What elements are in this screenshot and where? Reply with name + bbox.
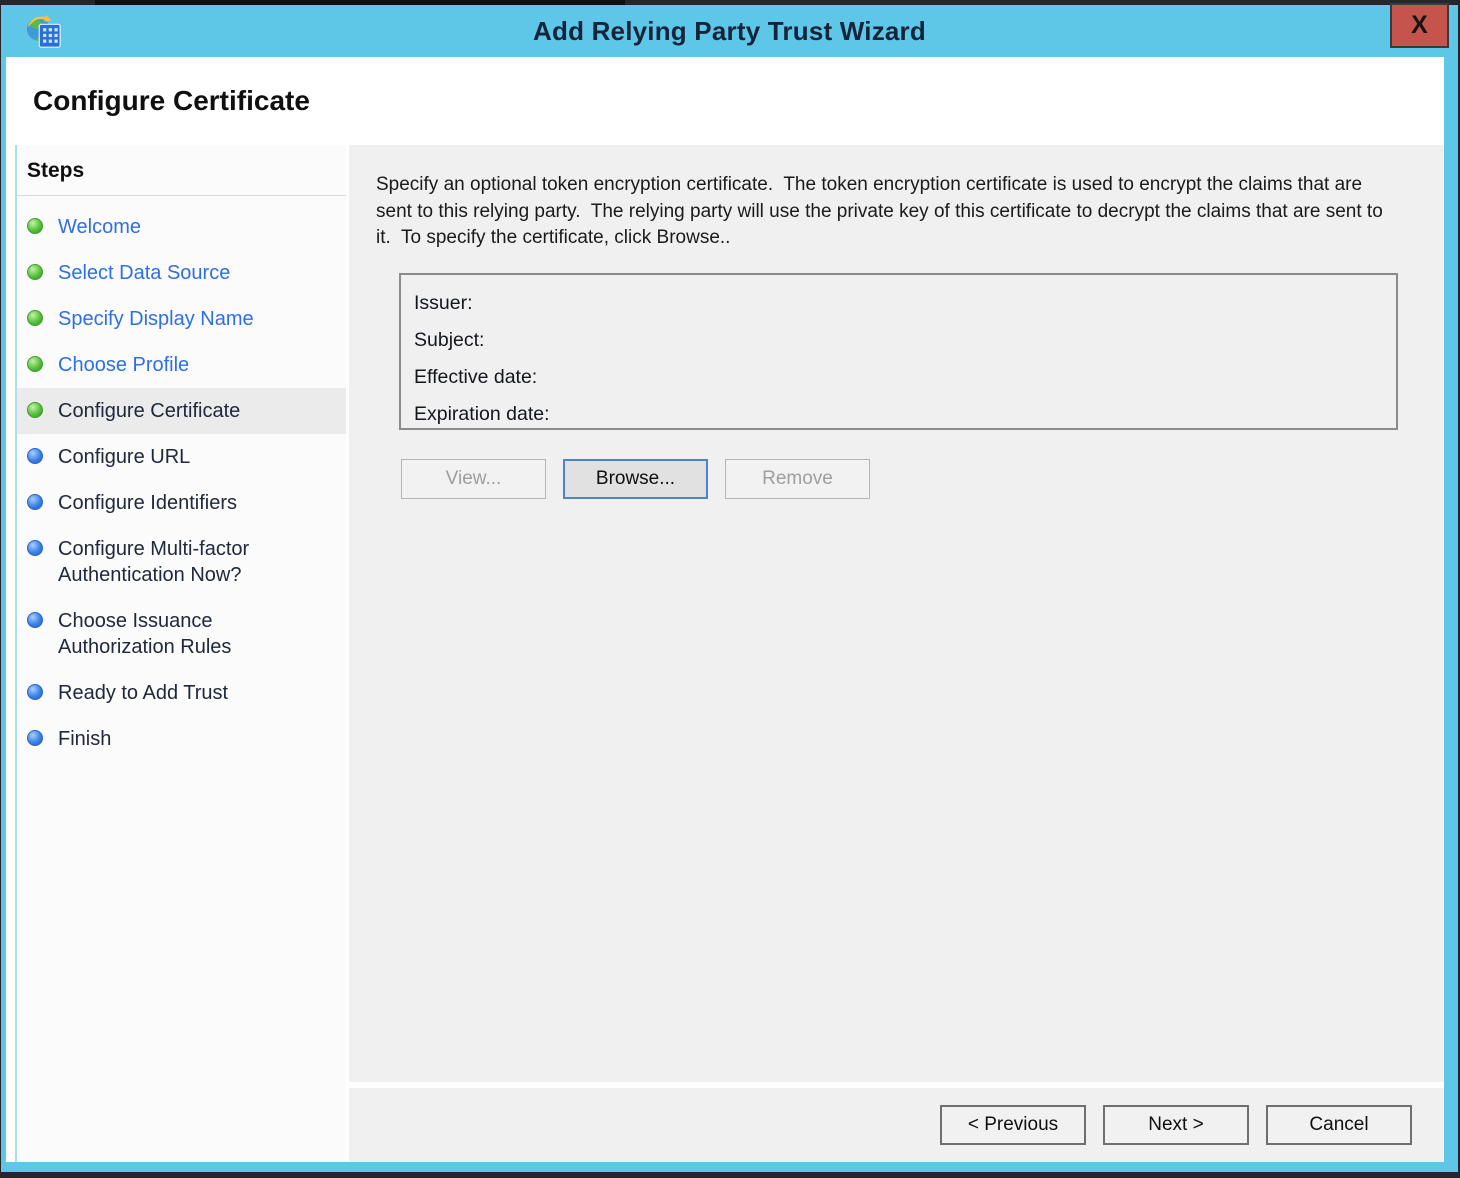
blue-dot-icon [27, 612, 43, 628]
step-item-configure-url: Configure URL [17, 434, 346, 480]
cert-field-subject: Subject: [414, 322, 1396, 359]
browse-button[interactable]: Browse... [563, 458, 708, 499]
cert-field-label: Issuer: [414, 291, 473, 314]
dialog-surface: Configure Certificate Steps Welcome Sele… [6, 57, 1444, 1162]
certificate-details-panel: Issuer: Subject: Effective date: Expirat… [399, 272, 1398, 433]
cert-field-label: Subject: [414, 328, 485, 351]
green-dot-icon [27, 264, 43, 280]
blue-dot-icon [27, 730, 43, 746]
step-label[interactable]: Specify Display Name [58, 306, 254, 332]
certificate-actions: View... Browse... Remove [401, 458, 1444, 499]
step-description: Specify an optional token encryption cer… [376, 174, 1389, 248]
screen: Add Relying Party Trust Wizard X Configu… [0, 0, 1460, 1178]
cert-field-label: Effective date: [414, 365, 538, 388]
blue-dot-icon [27, 448, 43, 464]
step-label: Configure Multi-factor Authentication No… [58, 538, 250, 586]
step-item-finish: Finish [17, 716, 346, 762]
green-dot-icon [27, 356, 43, 372]
wizard-footer: < Previous Next > Cancel [349, 1088, 1444, 1162]
wizard-window: Add Relying Party Trust Wizard X Configu… [1, 3, 1458, 1172]
step-label: Configure Certificate [58, 400, 241, 422]
step-label: Choose Issuance Authorization Rules [58, 610, 232, 658]
next-button[interactable]: Next > [1103, 1105, 1249, 1145]
content-pane: Specify an optional token encryption cer… [349, 145, 1444, 1082]
cert-field-effective-date: Effective date: [414, 359, 1396, 396]
close-x-icon: X [1411, 11, 1428, 39]
titlebar: Add Relying Party Trust Wizard [1, 5, 1458, 57]
step-item-choose-profile[interactable]: Choose Profile [17, 342, 346, 388]
step-item-welcome[interactable]: Welcome [17, 204, 346, 250]
cancel-button[interactable]: Cancel [1266, 1105, 1412, 1145]
step-label[interactable]: Choose Profile [58, 352, 189, 378]
blue-dot-icon [27, 684, 43, 700]
step-label: Ready to Add Trust [58, 682, 229, 704]
step-item-configure-mfa: Configure Multi-factor Authentication No… [17, 526, 346, 598]
content-column: Specify an optional token encryption cer… [349, 145, 1444, 1162]
close-button[interactable]: X [1390, 3, 1449, 48]
green-dot-icon [27, 310, 43, 326]
step-item-choose-issuance-rules: Choose Issuance Authorization Rules [17, 598, 346, 670]
dialog-body: Steps Welcome Select Data Source Specify… [6, 145, 1444, 1162]
view-button: View... [401, 458, 546, 499]
previous-button[interactable]: < Previous [940, 1105, 1086, 1145]
step-item-ready-to-add-trust: Ready to Add Trust [17, 670, 346, 716]
step-item-configure-identifiers: Configure Identifiers [17, 480, 346, 526]
window-title: Add Relying Party Trust Wizard [533, 15, 926, 46]
blue-dot-icon [27, 540, 43, 556]
step-item-select-data-source[interactable]: Select Data Source [17, 250, 346, 296]
blue-dot-icon [27, 494, 43, 510]
green-dot-icon [27, 402, 43, 418]
steps-list: Welcome Select Data Source Specify Displ… [17, 204, 346, 762]
steps-heading: Steps [17, 145, 346, 196]
cert-field-issuer: Issuer: [414, 285, 1396, 322]
step-item-configure-certificate: Configure Certificate [17, 388, 346, 434]
cert-field-label: Expiration date: [414, 402, 550, 425]
green-dot-icon [27, 218, 43, 234]
page-title: Configure Certificate [33, 85, 310, 116]
remove-button: Remove [725, 458, 870, 499]
cert-field-expiration-date: Expiration date: [414, 396, 1396, 433]
step-label[interactable]: Select Data Source [58, 260, 230, 286]
step-label: Finish [58, 728, 112, 750]
step-label[interactable]: Welcome [58, 214, 141, 240]
step-item-specify-display-name[interactable]: Specify Display Name [17, 296, 346, 342]
step-label: Configure Identifiers [58, 492, 237, 514]
steps-sidebar: Steps Welcome Select Data Source Specify… [15, 145, 346, 1162]
step-label: Configure URL [58, 446, 191, 468]
page-header: Configure Certificate [6, 57, 1444, 145]
